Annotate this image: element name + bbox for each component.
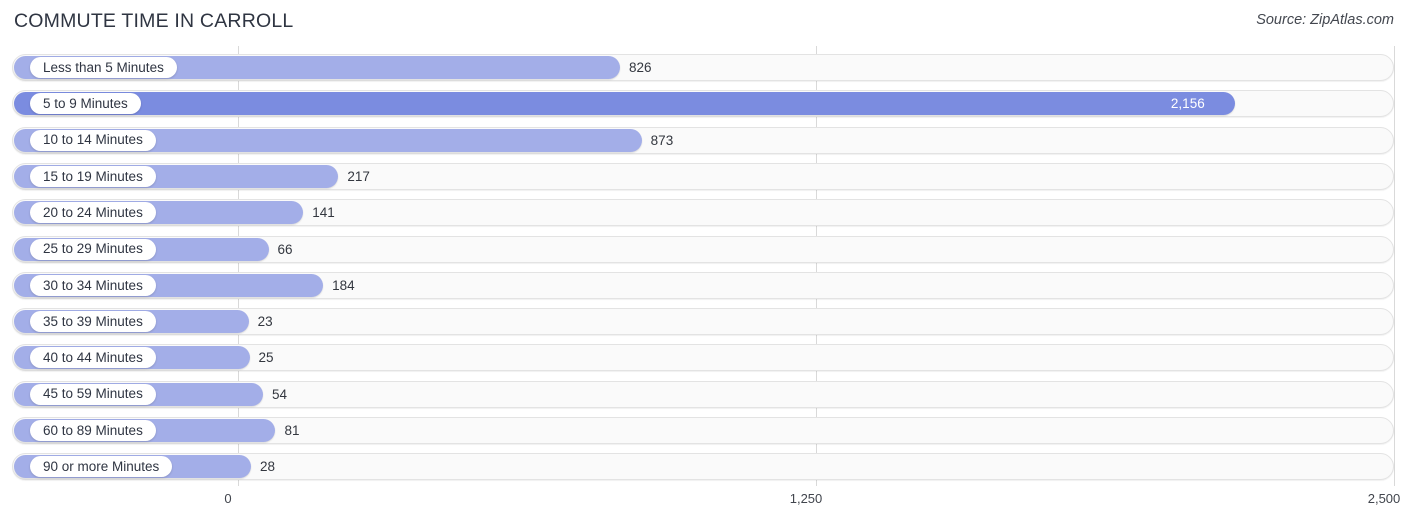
value-label: 141	[312, 205, 335, 221]
x-tick-label: 2,500	[1367, 491, 1401, 506]
category-label-pill: 5 to 9 Minutes	[30, 93, 141, 115]
value-label: 23	[257, 314, 273, 330]
category-label-pill: 20 to 24 Minutes	[30, 202, 156, 224]
value-label: 28	[259, 459, 275, 475]
bar-row[interactable]: 30 to 34 Minutes 184	[12, 271, 1394, 299]
category-label: 30 to 34 Minutes	[43, 277, 143, 293]
category-label: 25 to 29 Minutes	[43, 241, 143, 257]
category-label-pill: 90 or more Minutes	[30, 456, 173, 478]
category-label: 20 to 24 Minutes	[43, 204, 143, 220]
category-label: 10 to 14 Minutes	[43, 132, 143, 148]
category-label-pill: 45 to 59 Minutes	[30, 383, 156, 405]
bar-rows: Less than 5 Minutes 826 5 to 9 Minutes 2,15…	[0, 46, 1406, 486]
category-label-pill: 15 to 19 Minutes	[30, 165, 156, 187]
bar-row[interactable]: 90 or more Minutes 28	[12, 453, 1394, 481]
category-label: 15 to 19 Minutes	[43, 168, 143, 184]
bar-row[interactable]: 35 to 39 Minutes 23	[12, 308, 1394, 336]
category-label-pill: 40 to 44 Minutes	[30, 347, 156, 369]
x-axis: 0 1,250 2,500	[0, 486, 1406, 523]
value-label: 826	[628, 60, 652, 75]
category-label-pill: 25 to 29 Minutes	[30, 238, 156, 260]
bar-row[interactable]: 20 to 24 Minutes 141	[12, 199, 1394, 227]
category-label-pill: 60 to 89 Minutes	[30, 420, 156, 441]
bar-row[interactable]: 5 to 9 Minutes 2,156	[12, 90, 1394, 118]
value-label: 25	[258, 350, 274, 366]
category-label-pill: 10 to 14 Minutes	[30, 129, 156, 151]
bar-row[interactable]: 15 to 19 Minutes 217	[12, 162, 1394, 190]
value-label: 217	[347, 168, 370, 184]
bar-row[interactable]: 60 to 89 Minutes 81	[12, 417, 1394, 444]
value-label: 54	[271, 386, 287, 402]
category-label-pill: 30 to 34 Minutes	[30, 274, 156, 296]
category-label: 35 to 39 Minutes	[43, 313, 143, 329]
category-label: 60 to 89 Minutes	[43, 422, 143, 438]
source-attribution: Source: ZipAtlas.com	[1256, 12, 1394, 28]
category-label: 45 to 59 Minutes	[43, 386, 143, 402]
bar-row[interactable]: Less than 5 Minutes 826	[12, 54, 1394, 81]
category-label: Less than 5 Minutes	[43, 59, 164, 75]
category-label: 90 or more Minutes	[43, 459, 160, 475]
bar-row[interactable]: 40 to 44 Minutes 25	[12, 344, 1394, 372]
value-label: 81	[284, 423, 300, 438]
bar-row[interactable]: 25 to 29 Minutes 66	[12, 235, 1394, 263]
chart-plot-area: Less than 5 Minutes 826 5 to 9 Minutes 2,15…	[0, 46, 1406, 486]
value-label: 66	[277, 241, 293, 257]
category-label-pill: Less than 5 Minutes	[30, 57, 177, 78]
value-label: 873	[650, 132, 674, 148]
x-tick-label: 0	[224, 491, 232, 506]
value-bar[interactable]	[14, 92, 1235, 116]
bar-row[interactable]: 45 to 59 Minutes 54	[12, 380, 1394, 408]
x-tick-label: 1,250	[789, 491, 823, 506]
chart-header: COMMUTE TIME IN CARROLL Source: ZipAtlas…	[0, 0, 1406, 46]
value-label: 2,156	[1170, 96, 1205, 112]
category-label-pill: 35 to 39 Minutes	[30, 311, 156, 333]
category-label: 5 to 9 Minutes	[43, 96, 128, 112]
bar-row[interactable]: 10 to 14 Minutes 873	[12, 126, 1394, 154]
value-label: 184	[332, 277, 355, 293]
page-title: COMMUTE TIME IN CARROLL	[14, 10, 294, 32]
category-label: 40 to 44 Minutes	[43, 350, 143, 366]
